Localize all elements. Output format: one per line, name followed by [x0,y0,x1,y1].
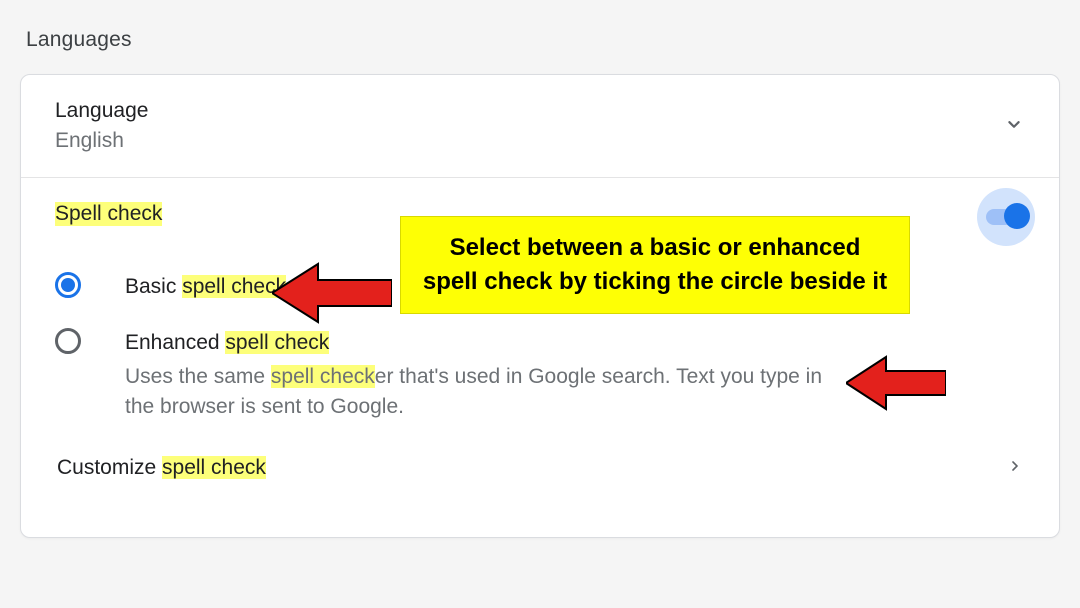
section-title: Languages [20,28,1060,74]
page: Languages Language English Spell check [0,0,1080,558]
spell-check-toggle[interactable] [977,188,1035,246]
customize-label: Customize spell check [57,456,266,480]
enhanced-description: Uses the same spell checker that's used … [125,362,845,422]
annotation-callout: Select between a basic or enhanced spell… [400,216,910,314]
language-value: English [55,129,148,153]
chevron-right-icon[interactable] [1007,456,1023,480]
basic-label: Basic spell check [125,272,286,302]
language-label: Language [55,99,148,123]
chevron-down-icon[interactable] [1003,113,1025,140]
radio-basic[interactable] [55,272,81,298]
spell-check-title: Spell check [55,202,162,226]
customize-spell-check-row[interactable]: Customize spell check [55,448,1025,484]
language-row[interactable]: Language English [21,75,1059,177]
enhanced-label: Enhanced spell check [125,328,845,358]
enhanced-spell-check-option[interactable]: Enhanced spell check Uses the same spell… [55,328,1025,422]
radio-enhanced[interactable] [55,328,81,354]
